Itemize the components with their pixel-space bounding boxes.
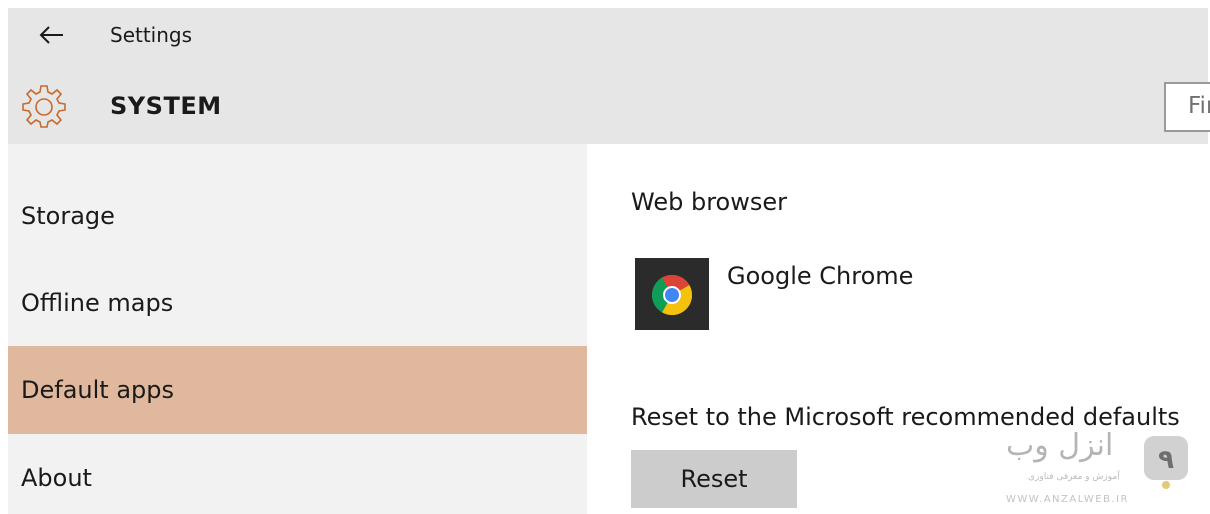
back-button[interactable] [32,18,72,52]
settings-window: Settings SYSTEM Fir Storage Offline maps… [0,0,1210,514]
sidebar-item-offline-maps[interactable]: Offline maps [8,259,587,347]
watermark-url: WWW.ANZALWEB.IR [1006,494,1130,505]
sidebar-item-default-apps[interactable]: Default apps [8,346,587,434]
watermark: انزل وب ٩ آموزش و معرفی فناوری WWW.ANZAL… [1000,428,1206,512]
chrome-icon [652,275,692,316]
gear-icon [22,85,66,128]
watermark-tagline: آموزش و معرفی فناوری [1028,472,1120,482]
svg-text:٩: ٩ [1158,445,1174,475]
web-browser-heading: Web browser [631,188,787,216]
sidebar-item-label: Storage [21,202,115,230]
reset-description: Reset to the Microsoft recommended defau… [631,403,1180,431]
sidebar-item-label: Offline maps [21,289,174,317]
back-arrow-icon [39,26,63,44]
sidebar-nav: Storage Offline maps Default apps About [8,144,587,514]
anzalweb-logo-icon: ٩ [1144,436,1188,489]
window-title: Settings [110,23,193,47]
reset-button[interactable]: Reset [631,450,797,508]
search-placeholder: Fir [1188,93,1210,119]
search-input[interactable]: Fir [1164,82,1210,132]
sidebar-item-about[interactable]: About [8,434,587,514]
page-title: SYSTEM [110,92,222,120]
default-browser-name: Google Chrome [727,262,914,290]
default-browser-tile[interactable] [635,258,709,330]
sidebar-item-label: About [21,464,92,492]
header-bar: Settings SYSTEM Fir [8,8,1210,144]
sidebar-item-label: Default apps [21,376,174,404]
watermark-brand: انزل وب [1006,428,1114,463]
sidebar-item-storage[interactable]: Storage [8,172,587,260]
